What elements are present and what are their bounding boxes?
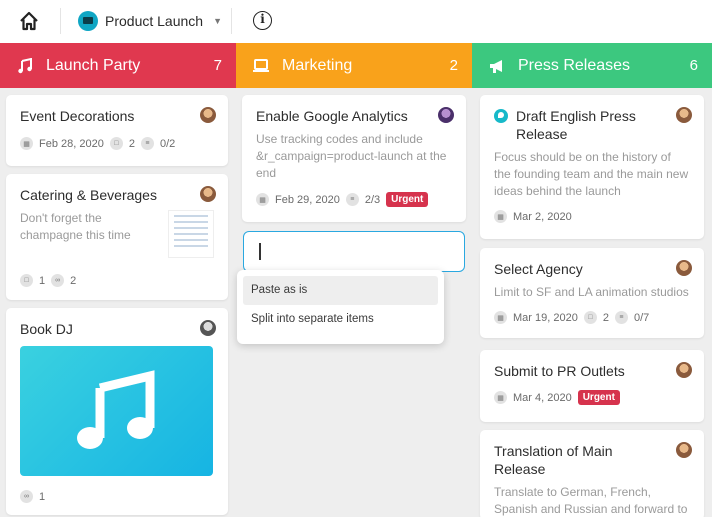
card-meta: ▦ Feb 28, 2020 □ 2 ≡ 0/2 (20, 137, 214, 150)
checklist-count: 0/7 (633, 311, 650, 324)
avatar (200, 107, 216, 123)
attachment-thumbnail[interactable] (168, 210, 214, 258)
comment-icon: □ (583, 311, 597, 324)
card-draft-english-press-release[interactable]: Draft English Press Release Focus should… (480, 95, 704, 239)
card-description: Focus should be on the history of the fo… (494, 150, 689, 198)
comment-count: 2 (602, 311, 609, 324)
column-header[interactable]: Press Releases 6 (472, 43, 712, 88)
card-enable-google-analytics[interactable]: Enable Google Analytics Use tracking cod… (242, 95, 466, 222)
card-title: Translation of Main Release (494, 443, 613, 477)
music-note-icon (76, 370, 154, 449)
card-description: Don't forget the champagne this time (20, 211, 131, 242)
urgent-badge: Urgent (386, 192, 429, 207)
card-meta: ∞ 1 (20, 490, 45, 503)
calendar-icon: ▦ (20, 137, 33, 150)
card-event-decorations[interactable]: Event Decorations ▦ Feb 28, 2020 □ 2 ≡ 0… (6, 95, 228, 166)
megaphone-icon (488, 57, 506, 75)
due-date: Mar 2, 2020 (513, 210, 572, 223)
checklist-icon: ≡ (345, 193, 359, 206)
card-book-dj[interactable]: Book DJ ∞ 1 (6, 308, 228, 515)
pin-icon (494, 109, 508, 123)
card-meta: ▦ Mar 4, 2020 Urgent (494, 390, 690, 405)
urgent-badge: Urgent (577, 390, 620, 405)
menu-item-split-into-items[interactable]: Split into separate items (243, 305, 438, 334)
checklist-count: 2/3 (364, 193, 381, 206)
card-submit-to-pr-outlets[interactable]: Submit to PR Outlets ▦ Mar 4, 2020 Urgen… (480, 350, 704, 422)
laptop-icon (252, 57, 270, 75)
column-header[interactable]: Marketing 2 (236, 43, 472, 88)
comment-count: 2 (128, 137, 135, 150)
calendar-icon: ▦ (494, 391, 507, 404)
avatar (676, 442, 692, 458)
due-date: Feb 29, 2020 (275, 193, 340, 206)
new-item-input[interactable] (243, 231, 465, 272)
project-selector[interactable]: Product Launch ▼ (78, 10, 222, 32)
paste-options-menu: Paste as is Split into separate items (237, 270, 444, 344)
card-title: Catering & Beverages (20, 187, 157, 203)
column-header[interactable]: Launch Party 7 (0, 43, 236, 88)
due-date: Mar 4, 2020 (513, 391, 572, 404)
card-description: Limit to SF and LA animation studios (494, 285, 689, 299)
card-title: Submit to PR Outlets (494, 363, 625, 379)
due-date: Mar 19, 2020 (513, 311, 578, 324)
paperclip-icon: ∞ (51, 274, 65, 287)
avatar (200, 186, 216, 202)
attachment-count: 1 (39, 490, 46, 503)
card-description: Use tracking codes and include &r_campai… (256, 132, 447, 180)
info-icon[interactable]: i (253, 11, 272, 30)
divider (60, 8, 61, 34)
card-title: Select Agency (494, 261, 583, 277)
calendar-icon: ▦ (256, 193, 269, 206)
project-name: Product Launch (105, 13, 204, 29)
music-note-icon (16, 57, 34, 75)
avatar (200, 320, 216, 336)
card-translation-of-main-release[interactable]: Translation of Main Release Translate to… (480, 430, 704, 517)
calendar-icon: ▦ (494, 210, 507, 223)
card-description: Translate to German, French, Spanish and… (494, 485, 688, 516)
music-cover-image[interactable] (20, 346, 213, 476)
column-count: 2 (449, 57, 458, 74)
text-caret (259, 243, 261, 260)
comment-count: 1 (39, 274, 46, 287)
column-title: Launch Party (46, 56, 141, 74)
top-bar: Product Launch ▼ i (0, 0, 712, 43)
card-title: Draft English Press Release (494, 107, 690, 143)
home-icon[interactable] (18, 10, 40, 32)
comment-icon: □ (20, 274, 33, 287)
comment-icon: □ (109, 137, 123, 150)
checklist-icon: ≡ (614, 311, 628, 324)
column-press-releases: Press Releases 6 Draft English Press Rel… (472, 43, 712, 517)
avatar (676, 107, 692, 123)
card-meta: ▦ Mar 19, 2020 □ 2 ≡ 0/7 (494, 311, 690, 324)
checklist-count: 0/2 (159, 137, 176, 150)
card-title-text: Draft English Press Release (516, 108, 636, 142)
column-title: Marketing (282, 56, 353, 74)
avatar (676, 260, 692, 276)
paperclip-icon: ∞ (20, 490, 33, 503)
card-title: Enable Google Analytics (256, 108, 408, 124)
column-count: 7 (213, 57, 222, 74)
card-catering-beverages[interactable]: Catering & Beverages Don't forget the ch… (6, 174, 228, 300)
due-date: Feb 28, 2020 (39, 137, 104, 150)
divider (231, 8, 232, 34)
card-title: Book DJ (20, 321, 73, 337)
column-title: Press Releases (518, 56, 631, 74)
attachment-count: 2 (70, 274, 77, 287)
card-meta: ▦ Feb 29, 2020 ≡ 2/3 Urgent (256, 192, 452, 207)
card-select-agency[interactable]: Select Agency Limit to SF and LA animati… (480, 248, 704, 338)
menu-item-paste-as-is[interactable]: Paste as is (243, 276, 438, 305)
card-title: Event Decorations (20, 108, 135, 124)
calendar-icon: ▦ (494, 311, 507, 324)
card-meta: □ 1 ∞ 2 (20, 274, 76, 287)
column-launch-party: Launch Party 7 Event Decorations ▦ Feb 2… (0, 43, 236, 517)
avatar (438, 107, 454, 123)
checklist-icon: ≡ (140, 137, 154, 150)
avatar (676, 362, 692, 378)
column-count: 6 (689, 57, 698, 74)
card-meta: ▦ Mar 2, 2020 (494, 210, 690, 223)
chevron-down-icon: ▼ (213, 16, 222, 26)
laptop-icon (78, 11, 98, 31)
